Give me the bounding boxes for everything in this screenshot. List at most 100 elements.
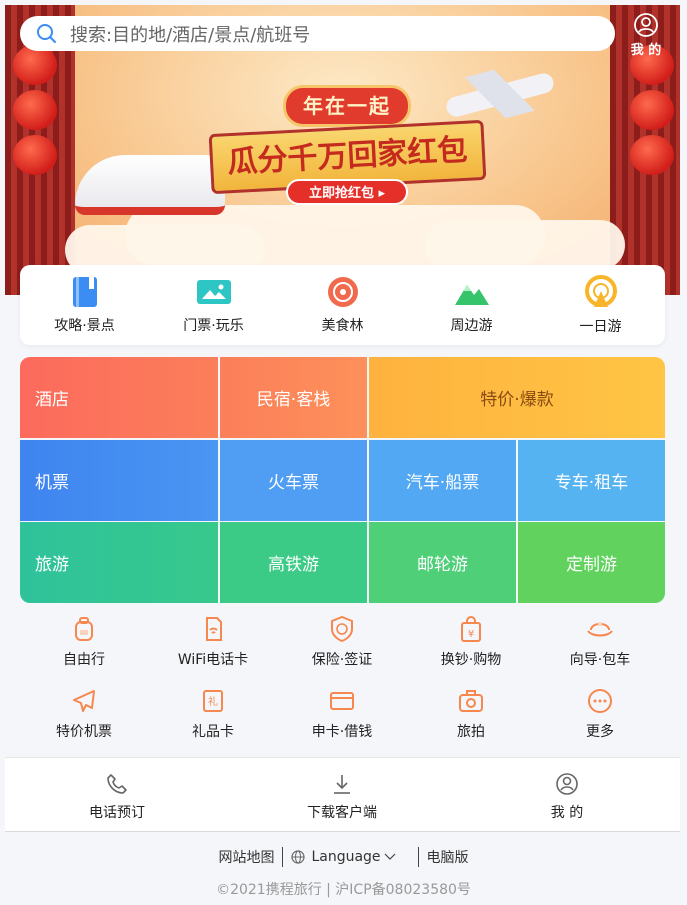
my-account-button[interactable]: 我 的 — [624, 12, 668, 58]
svg-text:¥: ¥ — [468, 629, 474, 640]
service-label: 自由行 — [63, 652, 105, 668]
grid-travel[interactable]: 旅游 — [20, 522, 218, 603]
lantern-icon — [13, 135, 57, 175]
quick-nav-guide[interactable]: 攻略·景点 — [30, 275, 140, 335]
service-free-travel[interactable]: 自由行 — [20, 615, 148, 669]
grid-hotel[interactable]: 酒店 — [20, 357, 218, 438]
desktop-version-link[interactable]: 电脑版 — [427, 847, 469, 867]
quick-nav-label: 美食林 — [321, 318, 364, 334]
my-account-bottom-button[interactable]: 我 的 — [497, 772, 637, 822]
service-label: 申卡·借钱 — [311, 724, 373, 740]
grid-deals[interactable]: 特价·爆款 — [369, 357, 665, 438]
language-selector[interactable]: Language — [291, 849, 395, 865]
service-label: 特价机票 — [56, 724, 112, 740]
quick-nav-tickets[interactable]: 门票·玩乐 — [159, 275, 269, 335]
ferris-wheel-icon — [584, 275, 617, 307]
phone-booking-button[interactable]: 电话预订 — [47, 772, 187, 822]
service-guide-charter[interactable]: 向导·包车 — [536, 615, 664, 669]
grid-flight[interactable]: 机票 — [20, 440, 218, 521]
sitemap-link[interactable]: 网站地图 — [218, 847, 274, 867]
wifi-card-icon — [206, 617, 222, 641]
grid-custom-label: 定制游 — [566, 555, 617, 575]
footer: 网站地图 Language 电脑版 ©2021携程旅行 | 沪ICP备08023… — [0, 845, 687, 899]
quick-nav-food[interactable]: 美食林 — [288, 275, 398, 335]
quick-nav-nearby[interactable]: 周边游 — [417, 275, 527, 335]
service-label: 换钞·购物 — [440, 652, 502, 668]
guide-hat-icon — [587, 622, 613, 637]
lantern-icon — [630, 135, 674, 175]
service-label: 向导·包车 — [569, 652, 631, 668]
service-cheap-flights[interactable]: 特价机票 — [20, 687, 148, 741]
lantern-icon — [13, 90, 57, 130]
shield-icon — [331, 615, 353, 643]
grid-homestay[interactable]: 民宿·客栈 — [220, 357, 367, 438]
globe-icon — [291, 850, 306, 864]
service-label: WiFi电话卡 — [177, 652, 249, 668]
download-app-label: 下载客户端 — [307, 805, 377, 821]
grid-rail-tour[interactable]: 高铁游 — [220, 522, 367, 603]
gift-card-icon: 礼 — [203, 690, 223, 712]
mountain-icon — [454, 285, 489, 305]
grid-hotel-label: 酒店 — [35, 390, 69, 410]
download-app-button[interactable]: 下载客户端 — [272, 772, 412, 822]
lantern-icon — [13, 45, 57, 85]
service-travel-photo[interactable]: 旅拍 — [407, 687, 535, 741]
banner-cloud — [425, 220, 625, 270]
grid-rail-tour-label: 高铁游 — [268, 555, 319, 575]
banner-tag: 年在一起 — [283, 85, 411, 127]
grid-train[interactable]: 火车票 — [220, 440, 367, 521]
shopping-bag-icon: ¥ — [461, 616, 481, 642]
grid-car-label: 专车·租车 — [554, 473, 629, 493]
service-wifi-card[interactable]: WiFi电话卡 — [149, 615, 277, 669]
guide-book-icon — [72, 277, 97, 307]
user-icon — [634, 13, 658, 37]
grid-homestay-label: 民宿·客栈 — [256, 390, 331, 410]
download-icon — [334, 775, 350, 794]
footer-links: 网站地图 Language 电脑版 — [0, 845, 687, 869]
lantern-icon — [630, 90, 674, 130]
phone-booking-label: 电话预订 — [89, 805, 145, 821]
service-label: 保险·签证 — [311, 652, 373, 668]
grid-bus-label: 汽车·船票 — [405, 473, 480, 493]
phone-icon — [107, 774, 127, 794]
train-illustration — [75, 155, 225, 215]
quick-nav-daytrip[interactable]: 一日游 — [546, 274, 656, 336]
grid-custom[interactable]: 定制游 — [518, 522, 665, 603]
svg-text:礼: 礼 — [208, 695, 218, 708]
service-label: 更多 — [586, 724, 614, 740]
quick-nav-label: 门票·玩乐 — [183, 318, 244, 334]
grab-red-packet-button[interactable]: 立即抢红包 ▸ — [286, 179, 408, 205]
plane-illustration — [444, 71, 556, 119]
copyright: ©2021携程旅行 | 沪ICP备08023580号 — [216, 882, 471, 898]
language-label: Language — [311, 849, 381, 865]
backpack-icon — [75, 617, 93, 641]
bottom-bar: 电话预订 下载客户端 我 的 — [5, 757, 680, 832]
chevron-down-icon — [384, 853, 395, 860]
my-account-label: 我 的 — [630, 43, 662, 58]
search-bar[interactable]: 搜索:目的地/酒店/景点/航班号 — [20, 16, 615, 51]
quick-nav: 攻略·景点 门票·玩乐 美食林 周边游 一日游 — [20, 265, 665, 345]
plane-icon — [73, 690, 95, 712]
search-icon — [37, 23, 56, 43]
my-account-bottom-label: 我 的 — [550, 805, 584, 821]
grid-car-rental[interactable]: 专车·租车 — [518, 440, 665, 521]
service-label: 旅拍 — [457, 724, 485, 740]
search-placeholder: 搜索:目的地/酒店/景点/航班号 — [70, 24, 311, 46]
camera-icon — [459, 690, 483, 712]
grid-train-label: 火车票 — [268, 473, 319, 493]
service-more[interactable]: 更多 — [536, 687, 664, 741]
grid-cruise-label: 邮轮游 — [417, 555, 468, 575]
grid-bus-ship[interactable]: 汽车·船票 — [369, 440, 516, 521]
credit-card-icon — [330, 692, 354, 710]
service-exchange-shopping[interactable]: ¥ 换钞·购物 — [407, 615, 535, 669]
more-icon — [588, 689, 612, 713]
quick-nav-label: 周边游 — [450, 318, 493, 334]
service-insurance-visa[interactable]: 保险·签证 — [278, 615, 406, 669]
ticket-icon — [196, 280, 231, 304]
footer-divider — [417, 847, 419, 867]
quick-nav-label: 攻略·景点 — [54, 318, 115, 334]
grid-cruise[interactable]: 邮轮游 — [369, 522, 516, 603]
service-label: 礼品卡 — [192, 724, 234, 740]
service-gift-card[interactable]: 礼 礼品卡 — [149, 687, 277, 741]
service-credit-card[interactable]: 申卡·借钱 — [278, 687, 406, 741]
